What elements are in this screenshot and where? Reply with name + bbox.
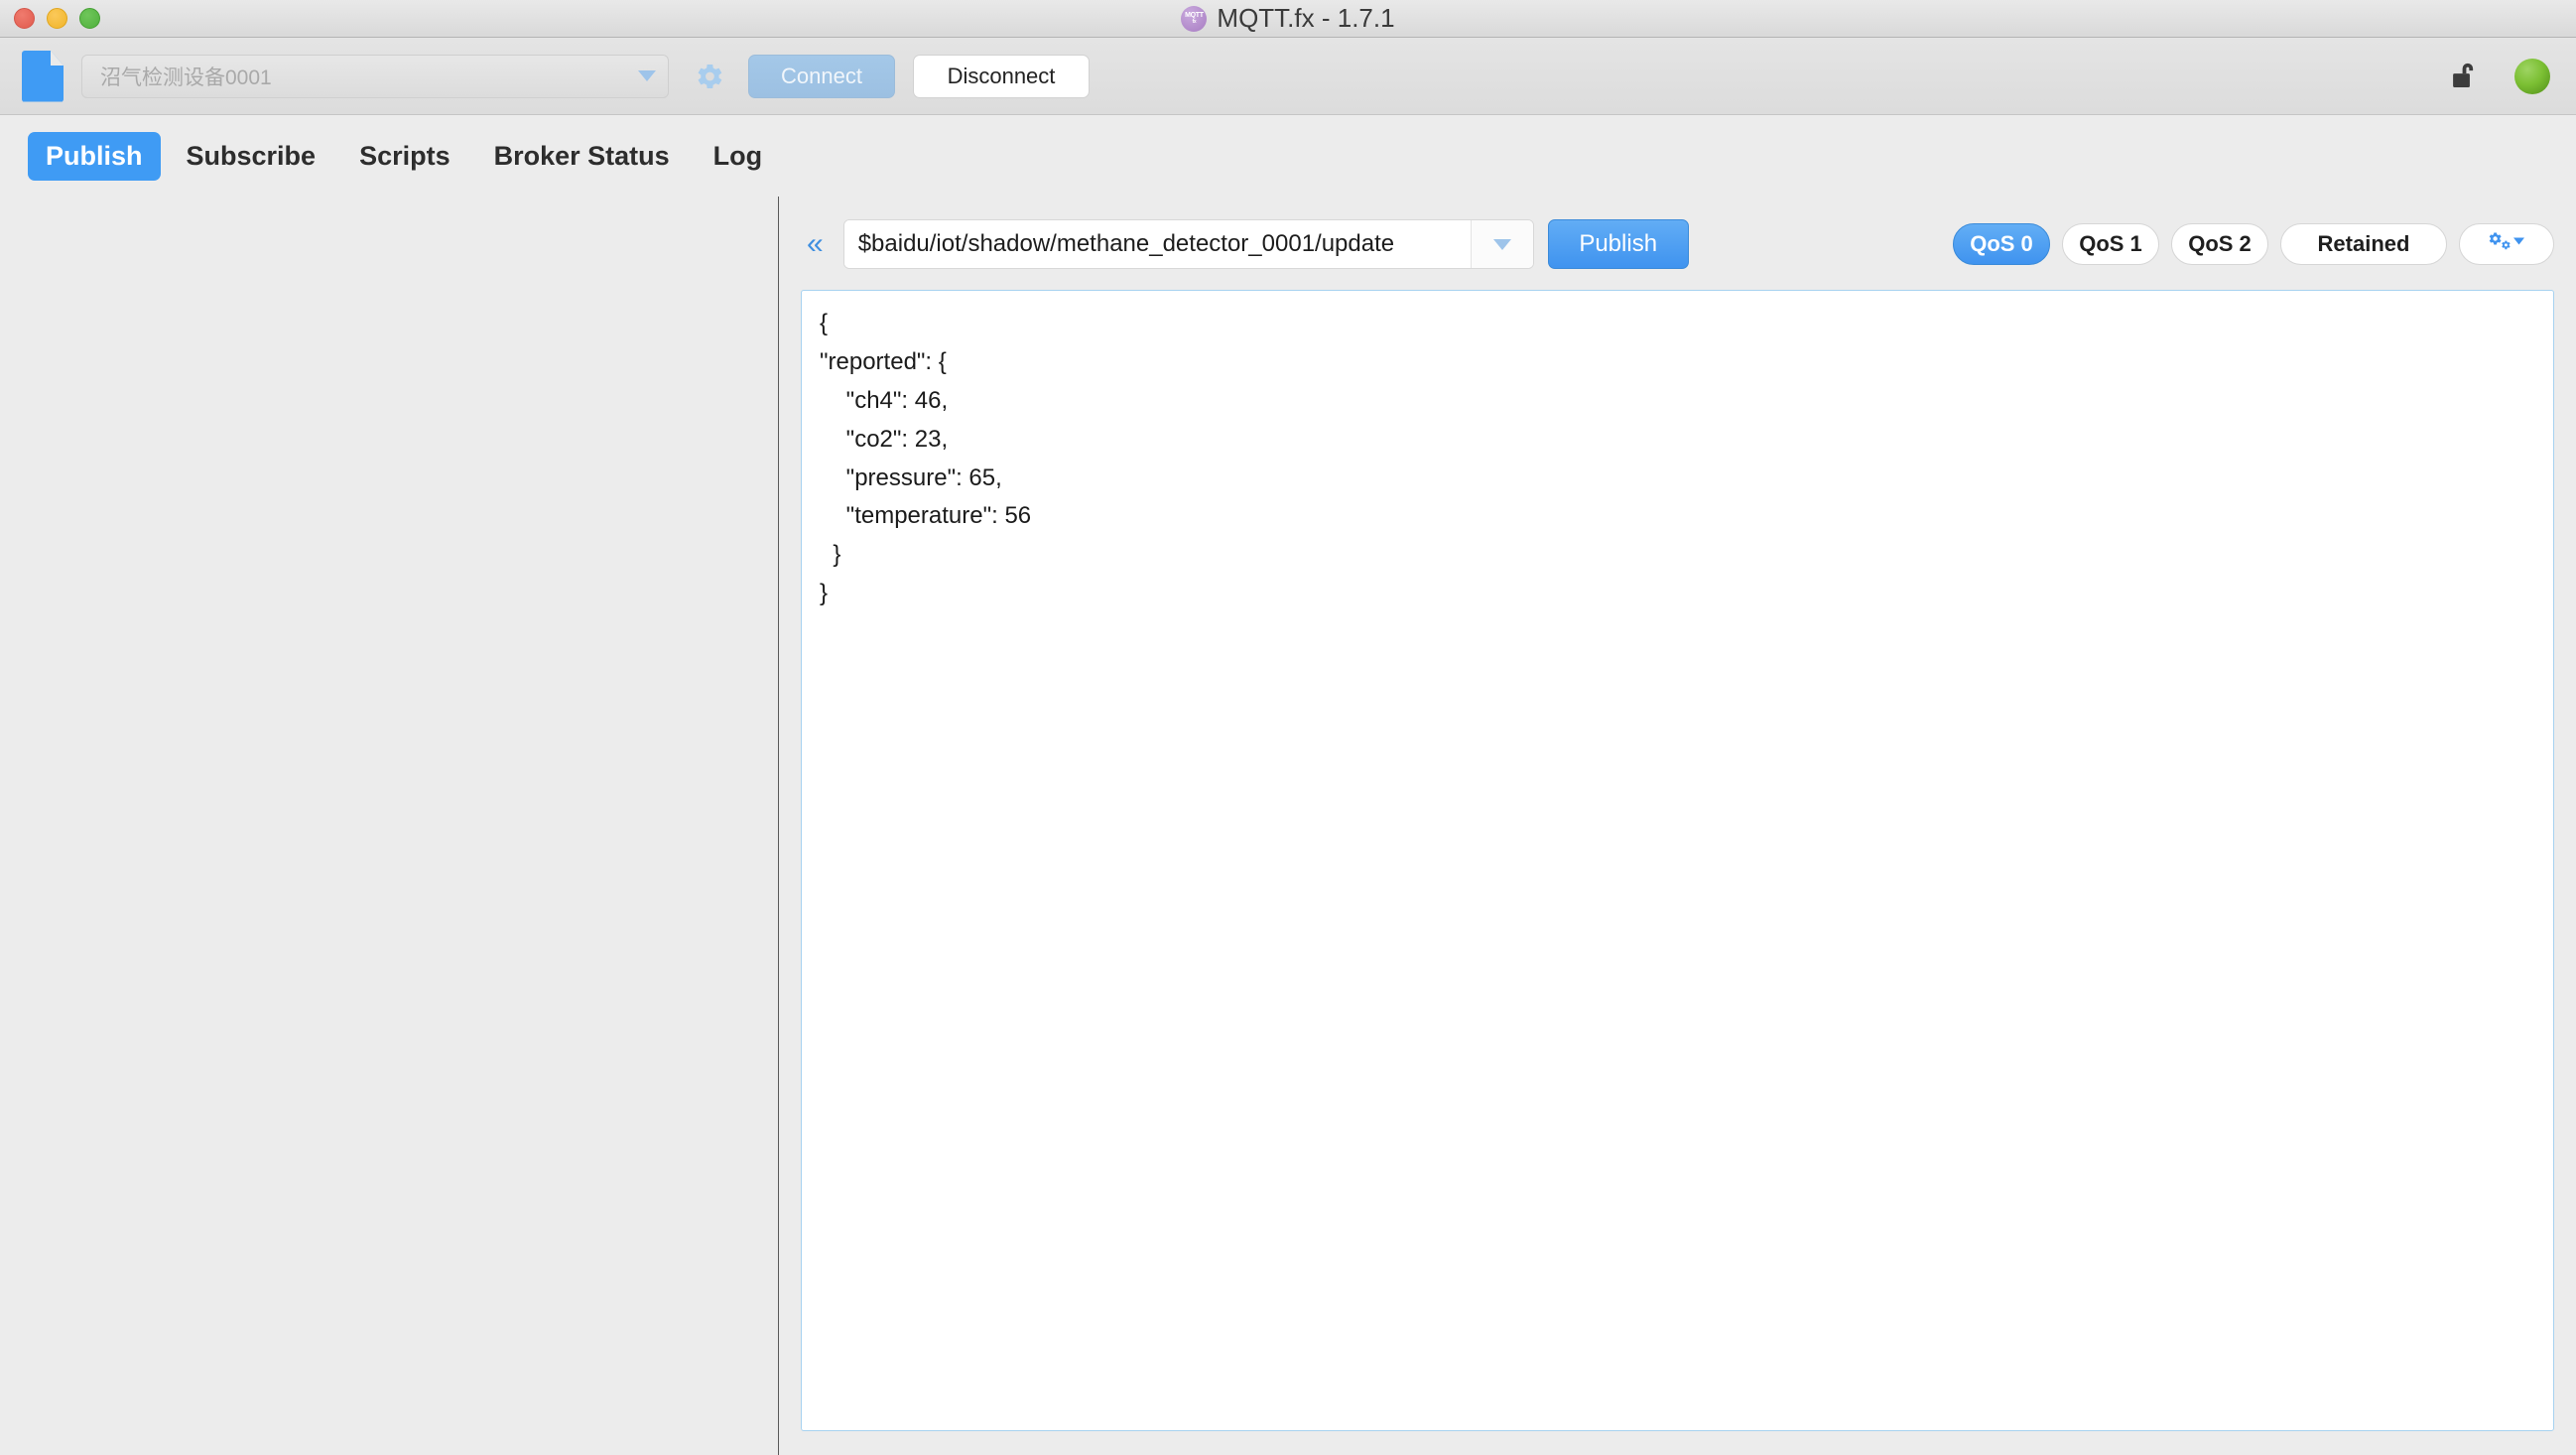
unlocked-padlock-icon bbox=[2449, 58, 2485, 95]
chevron-down-icon bbox=[638, 70, 656, 81]
connection-profile-value: 沼气检测设备0001 bbox=[100, 66, 272, 89]
maximize-button[interactable] bbox=[79, 8, 100, 29]
tab-log[interactable]: Log bbox=[696, 132, 780, 181]
connection-profile-select[interactable]: 沼气检测设备0001 bbox=[81, 54, 669, 98]
window-titlebar: MQTT fx MQTT.fx - 1.7.1 bbox=[0, 0, 2576, 38]
window-title-group: MQTT fx MQTT.fx - 1.7.1 bbox=[0, 0, 2576, 37]
topic-combobox[interactable]: $baidu/iot/shadow/methane_detector_0001/… bbox=[842, 219, 1534, 269]
main-toolbar: 沼气检测设备0001 Connect Disconnect bbox=[0, 38, 2576, 115]
app-logo-icon: MQTT fx bbox=[1181, 5, 1208, 32]
gear-icon bbox=[692, 60, 725, 93]
qos-0-button[interactable]: QoS 0 bbox=[1953, 223, 2050, 265]
main-tabbar: Publish Subscribe Scripts Broker Status … bbox=[0, 115, 2576, 197]
gears-dropdown-icon bbox=[2487, 230, 2526, 258]
window-controls bbox=[0, 8, 100, 29]
tab-publish[interactable]: Publish bbox=[28, 131, 161, 181]
retained-toggle[interactable]: Retained bbox=[2280, 223, 2447, 265]
qos-group: QoS 0 QoS 1 QoS 2 Retained bbox=[1953, 223, 2554, 265]
connect-button[interactable]: Connect bbox=[748, 54, 895, 98]
tab-broker-status[interactable]: Broker Status bbox=[476, 132, 688, 181]
disconnect-button[interactable]: Disconnect bbox=[913, 54, 1090, 98]
publish-panel: « $baidu/iot/shadow/methane_detector_000… bbox=[779, 197, 2576, 1455]
file-icon-fold bbox=[50, 50, 64, 66]
payload-editor[interactable]: { "reported": { "ch4": 46, "co2": 23, "p… bbox=[801, 290, 2554, 1431]
publish-button[interactable]: Publish bbox=[1547, 219, 1689, 269]
minimize-button[interactable] bbox=[47, 8, 67, 29]
app-logo-line2: fx bbox=[1192, 19, 1197, 25]
file-icon-body bbox=[22, 50, 64, 102]
app-logo-line1: MQTT bbox=[1185, 12, 1204, 19]
left-panel bbox=[0, 197, 779, 1455]
topic-input[interactable]: $baidu/iot/shadow/methane_detector_0001/… bbox=[843, 220, 1472, 268]
connection-settings-button[interactable] bbox=[687, 55, 730, 98]
collapse-panel-button[interactable]: « bbox=[801, 229, 830, 259]
close-button[interactable] bbox=[14, 8, 35, 29]
connection-status-indicator bbox=[2514, 58, 2550, 94]
qos-1-button[interactable]: QoS 1 bbox=[2062, 223, 2159, 265]
publish-options-button[interactable] bbox=[2459, 223, 2554, 265]
content-split: « $baidu/iot/shadow/methane_detector_000… bbox=[0, 197, 2576, 1455]
tab-scripts[interactable]: Scripts bbox=[341, 132, 468, 181]
publish-controls-row: « $baidu/iot/shadow/methane_detector_000… bbox=[801, 216, 2554, 272]
topic-dropdown-button[interactable] bbox=[1471, 220, 1533, 268]
chevron-down-icon bbox=[1492, 238, 1511, 250]
qos-2-button[interactable]: QoS 2 bbox=[2171, 223, 2268, 265]
file-icon[interactable] bbox=[22, 50, 64, 102]
window-title: MQTT.fx - 1.7.1 bbox=[1217, 3, 1395, 33]
tab-subscribe[interactable]: Subscribe bbox=[169, 132, 334, 181]
